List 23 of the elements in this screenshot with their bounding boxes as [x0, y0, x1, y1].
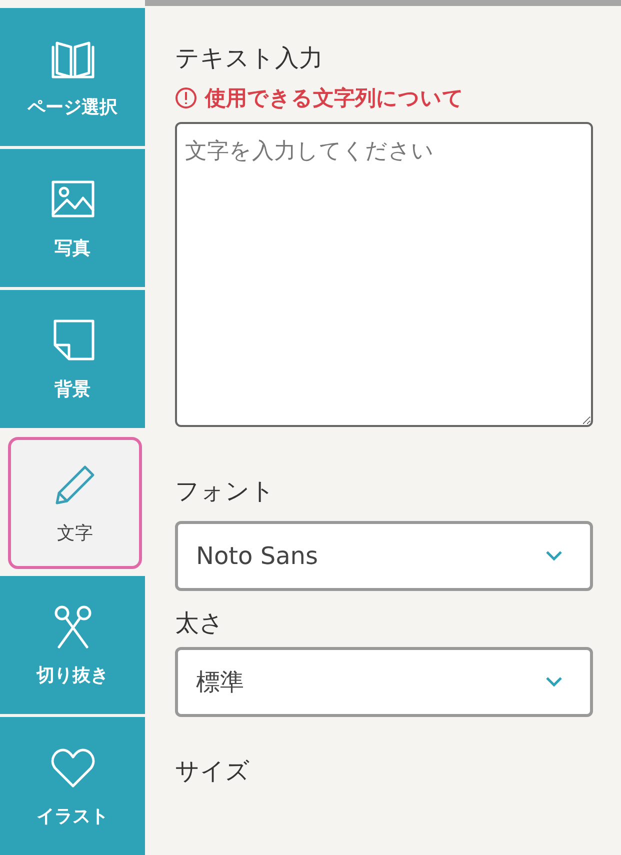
weight-select[interactable]: 標準 [175, 647, 593, 717]
sidebar-tab[interactable]: イラスト [0, 717, 145, 855]
tab-label: ページ選択 [28, 96, 118, 119]
chevron-down-icon [546, 677, 562, 687]
sidebar-tab[interactable]: 文字 [8, 437, 142, 569]
chevron-down-icon [546, 551, 562, 561]
sidebar-tab[interactable]: 切り抜き [0, 576, 145, 714]
font-label: フォント [175, 476, 276, 507]
tab-label: イラスト [36, 805, 108, 828]
section-title: テキスト入力 [175, 43, 324, 74]
font-select[interactable]: Noto Sans [175, 521, 593, 591]
sidebar-tab[interactable]: ページ選択 [0, 8, 145, 146]
tab-label: 背景 [54, 378, 90, 401]
tab-label: 切り抜き [36, 664, 108, 687]
notice-link[interactable]: 使用できる文字列について [205, 84, 464, 112]
size-label: サイズ [175, 756, 251, 787]
sidebar-tab[interactable]: 写真 [0, 149, 145, 287]
text-input-field[interactable]: 文字を入力してください [175, 122, 593, 427]
tab-label: 写真 [54, 237, 90, 260]
tab-label: 文字 [57, 522, 93, 545]
weight-label: 太さ [175, 608, 225, 639]
warning-icon [175, 87, 197, 109]
sidebar-tab[interactable]: 背景 [0, 290, 145, 428]
